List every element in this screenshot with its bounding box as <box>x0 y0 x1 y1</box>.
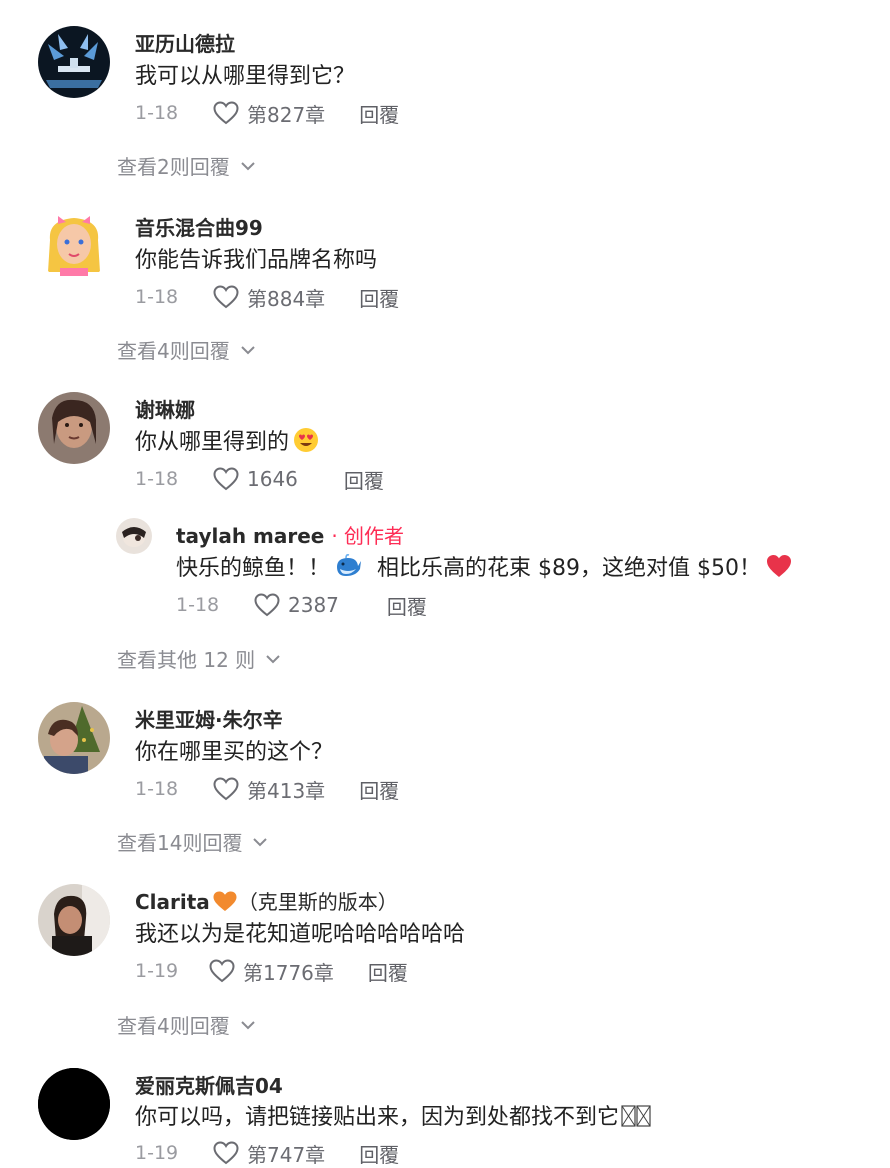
view-replies-label: 查看4则回覆 <box>117 339 230 363</box>
reply-button[interactable]: 回覆 <box>359 283 399 312</box>
comment-text-body: 你从哪里得到的 <box>135 430 290 455</box>
heart-eyes-emoji-icon <box>294 428 319 452</box>
comment-text: 你能告诉我们品牌名称吗 <box>135 248 378 273</box>
like-button[interactable]: 第884章 <box>213 283 325 312</box>
chevron-down-icon <box>241 345 255 354</box>
like-count: 第1776章 <box>243 960 334 985</box>
comment-username[interactable]: 亚历山德拉 <box>135 28 235 57</box>
like-count: 第884章 <box>247 286 326 311</box>
comment-date: 1-19 <box>135 960 179 982</box>
comment-meta: 1-19 第747章 回覆 <box>135 1138 399 1168</box>
heart-icon <box>213 1141 239 1165</box>
comment-meta: 1-18 第827章 回覆 <box>135 98 399 128</box>
view-replies-label: 查看4则回覆 <box>117 1014 230 1038</box>
reply-button[interactable]: 回覆 <box>387 591 427 620</box>
like-button[interactable]: 第827章 <box>213 99 325 128</box>
avatar[interactable] <box>38 884 110 956</box>
reply-button[interactable]: 回覆 <box>368 957 408 986</box>
view-replies-button[interactable]: 查看14则回覆 <box>117 827 268 856</box>
comment-date: 1-18 <box>135 778 179 800</box>
comment-text-body: 你可以吗，请把链接贴出来，因为到处都找不到它 <box>135 1105 620 1130</box>
creator-username[interactable]: taylah maree · 创作者 <box>176 520 404 549</box>
comment-username[interactable]: 音乐混合曲99 <box>135 212 263 241</box>
comment-date: 1-18 <box>176 594 220 616</box>
comment-date: 1-18 <box>135 286 179 308</box>
like-button[interactable]: 2387 <box>254 593 339 617</box>
chevron-down-icon <box>266 654 280 663</box>
comment-username[interactable]: 爱丽克斯佩吉04 <box>135 1070 283 1099</box>
comment-text: 你可以吗，请把链接贴出来，因为到处都找不到它 <box>135 1099 651 1131</box>
heart-icon <box>213 101 239 125</box>
like-button[interactable]: 第1776章 <box>209 957 334 986</box>
comment-date: 1-18 <box>135 468 179 490</box>
like-button[interactable]: 第413章 <box>213 775 325 804</box>
like-count: 1646 <box>247 467 298 491</box>
heart-icon <box>213 285 239 309</box>
comment-username[interactable]: 米里亚姆·朱尔辛 <box>135 704 283 733</box>
like-count: 第827章 <box>247 102 326 127</box>
comment-text: 你从哪里得到的 <box>135 424 319 456</box>
view-replies-label: 查看14则回覆 <box>117 831 243 855</box>
reply-button[interactable]: 回覆 <box>344 465 384 494</box>
avatar[interactable] <box>38 1068 110 1140</box>
avatar[interactable] <box>38 702 110 774</box>
comment-username[interactable]: 谢琳娜 <box>135 394 195 423</box>
heart-icon <box>209 959 235 983</box>
heart-icon <box>213 777 239 801</box>
like-count: 2387 <box>288 593 339 617</box>
red-heart-emoji-icon <box>767 555 791 577</box>
chevron-down-icon <box>253 837 268 846</box>
creator-name: taylah maree <box>176 524 325 548</box>
avatar[interactable] <box>38 26 110 98</box>
username-suffix: （克里斯的版本） <box>237 890 398 914</box>
creator-reply-text-b: 相比乐高的花束 $89，这绝对值 $50！ <box>377 556 761 581</box>
reply-button[interactable]: 回覆 <box>359 775 399 804</box>
like-button[interactable]: 1646 <box>213 467 298 491</box>
view-replies-button[interactable]: 查看2则回覆 <box>117 151 256 180</box>
chevron-down-icon <box>241 1020 255 1029</box>
comment-date: 1-18 <box>135 102 179 124</box>
view-replies-label: 查看2则回覆 <box>117 155 230 179</box>
comment-username[interactable]: Clarita （克里斯的版本） <box>135 886 398 915</box>
view-replies-button[interactable]: 查看4则回覆 <box>117 335 256 364</box>
creator-reply-text: 快乐的鲸鱼！！ 相比乐高的花束 $89，这绝对值 $50！ <box>176 550 793 582</box>
creator-reply-meta: 1-18 2387 回覆 <box>176 590 427 620</box>
like-button[interactable]: 第747章 <box>213 1139 325 1168</box>
comment-text: 你在哪里买的这个？ <box>135 740 334 765</box>
comment-meta: 1-19 第1776章 回覆 <box>135 956 408 986</box>
chevron-down-icon <box>241 161 255 170</box>
missing-glyph-icon <box>621 1105 651 1127</box>
username-main: Clarita <box>135 890 210 914</box>
view-replies-button[interactable]: 查看其他 12 则 <box>117 644 281 673</box>
like-count: 第413章 <box>247 778 326 803</box>
avatar[interactable] <box>38 392 110 464</box>
like-count: 第747章 <box>247 1142 326 1167</box>
view-replies-button[interactable]: 查看4则回覆 <box>117 1010 256 1039</box>
comment-meta: 1-18 第413章 回覆 <box>135 774 399 804</box>
comment-date: 1-19 <box>135 1142 179 1164</box>
comment-meta: 1-18 第884章 回覆 <box>135 282 399 312</box>
creator-avatar[interactable] <box>116 518 152 554</box>
view-replies-label: 查看其他 12 则 <box>117 648 256 672</box>
reply-button[interactable]: 回覆 <box>359 99 399 128</box>
heart-icon <box>254 593 280 617</box>
whale-emoji-icon <box>337 554 362 576</box>
heart-icon <box>213 467 239 491</box>
orange-heart-emoji-icon <box>213 891 237 911</box>
comment-meta: 1-18 1646 回覆 <box>135 464 384 494</box>
avatar[interactable] <box>38 210 110 282</box>
reply-button[interactable]: 回覆 <box>359 1139 399 1168</box>
comment-text: 我还以为是花知道呢哈哈哈哈哈哈 <box>135 922 466 947</box>
creator-reply-text-a: 快乐的鲸鱼！！ <box>176 556 331 581</box>
comment-text: 我可以从哪里得到它？ <box>135 64 356 89</box>
creator-badge: · 创作者 <box>331 524 405 548</box>
